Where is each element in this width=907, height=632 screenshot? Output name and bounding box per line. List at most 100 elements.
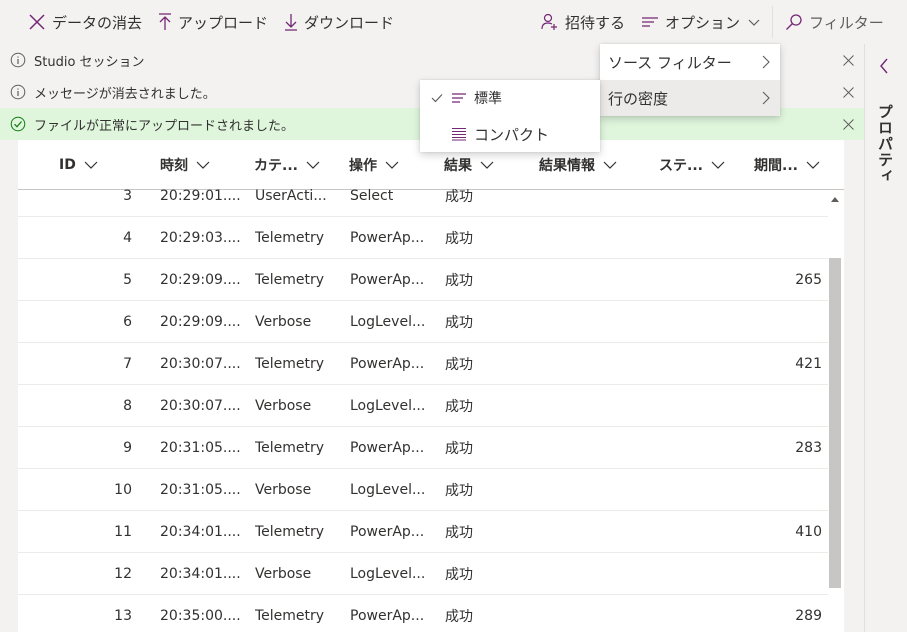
menu-item-standard[interactable]: 標準 (420, 80, 600, 116)
table-row[interactable]: 4 20:29:03.... Telemetry PowerAp... 成功 (18, 217, 828, 259)
cell-id: 9 (123, 440, 132, 456)
table-row[interactable]: 5 20:29:09.... Telemetry PowerAp... 成功 265 (18, 259, 828, 301)
cell-id: 13 (114, 608, 132, 624)
info-icon (10, 52, 26, 68)
row-density-submenu: 標準 コンパクト (420, 80, 600, 152)
cell-duration: 289 (795, 608, 822, 624)
add-person-icon (541, 13, 557, 30)
table-row[interactable]: 7 20:30:07.... Telemetry PowerAp... 成功 421 (18, 343, 828, 385)
clear-data-button[interactable]: データの消去 (20, 0, 150, 44)
cell-time: 20:35:00.... (160, 608, 241, 624)
cell-operation: LogLevel... (350, 398, 426, 414)
cell-id: 8 (123, 398, 132, 414)
filter-search-box[interactable]: フィルター (777, 0, 907, 44)
cell-id: 10 (114, 482, 132, 498)
chevron-down-icon (603, 161, 617, 169)
cell-category: Telemetry (255, 272, 325, 288)
cell-time: 20:29:09.... (160, 314, 241, 330)
table-row[interactable]: 3 20:29:01.... UserActi... Select 成功 (18, 175, 828, 217)
cell-operation: PowerAp... (350, 524, 425, 540)
chevron-down-icon (480, 161, 494, 169)
table-row[interactable]: 13 20:35:00.... Telemetry PowerAp... 成功 289 (18, 595, 828, 632)
invite-label: 招待する (564, 13, 625, 32)
standard-density-icon (448, 92, 470, 104)
menu-item-compact[interactable]: コンパクト (420, 116, 600, 152)
cell-operation: PowerAp... (350, 356, 425, 372)
scroll-up-arrow-icon[interactable] (828, 192, 842, 206)
table-row[interactable]: 12 20:34:01.... Verbose LogLevel... 成功 (18, 553, 828, 595)
close-icon (29, 14, 45, 30)
menu-item-source-filter[interactable]: ソース フィルター (600, 44, 780, 80)
cell-time: 20:29:03.... (160, 230, 241, 246)
menu-item-label: コンパクト (474, 125, 550, 144)
cell-time: 20:29:09.... (160, 272, 241, 288)
cell-category: Telemetry (255, 440, 325, 456)
menu-item-row-density[interactable]: 行の密度 (600, 80, 780, 116)
cell-result: 成功 (445, 567, 473, 583)
cell-category: Telemetry (255, 356, 325, 372)
cell-id: 5 (123, 272, 132, 288)
cell-category: Verbose (255, 314, 312, 330)
cell-result: 成功 (445, 483, 473, 499)
cell-result: 成功 (445, 609, 473, 625)
cell-operation: PowerAp... (350, 608, 425, 624)
table-row[interactable]: 9 20:31:05.... Telemetry PowerAp... 成功 283 (18, 427, 828, 469)
cell-operation: PowerAp... (350, 440, 425, 456)
cell-result: 成功 (445, 357, 473, 373)
close-icon (842, 54, 854, 66)
cell-operation: LogLevel... (350, 566, 426, 582)
chevron-down-icon (711, 161, 725, 169)
cell-duration (738, 217, 822, 259)
table-row[interactable]: 11 20:34:01.... Telemetry PowerAp... 成功 410 (18, 511, 828, 553)
menu-item-label: 標準 (474, 91, 502, 107)
cell-time: 20:29:01.... (160, 188, 241, 204)
dismiss-message-button[interactable] (832, 108, 864, 140)
column-header-label: カテ... (254, 158, 298, 174)
options-button[interactable]: オプション (633, 0, 768, 44)
menu-item-label: 行の密度 (608, 89, 669, 108)
chevron-down-icon (748, 19, 760, 26)
invite-button[interactable]: 招待する (533, 0, 633, 44)
table-scrollbar[interactable] (828, 190, 842, 632)
table-row[interactable]: 10 20:31:05.... Verbose LogLevel... 成功 (18, 469, 828, 511)
cell-result: 成功 (445, 315, 473, 331)
cell-result: 成功 (445, 273, 473, 289)
chevron-down-icon (196, 161, 210, 169)
options-menu: ソース フィルター 行の密度 (600, 44, 780, 116)
dismiss-message-button[interactable] (832, 76, 864, 108)
cell-duration (738, 301, 822, 343)
column-header-label: 時刻 (160, 158, 188, 174)
filter-placeholder: フィルター (809, 13, 884, 32)
toolbar-divider (772, 6, 773, 38)
clear-data-label: データの消去 (52, 13, 143, 32)
cell-id: 4 (123, 230, 132, 246)
search-icon (786, 14, 802, 30)
scrollbar-thumb[interactable] (829, 258, 841, 588)
cell-result: 成功 (445, 441, 473, 457)
cell-id: 3 (123, 188, 132, 204)
cell-duration: 410 (795, 524, 822, 540)
table-row[interactable]: 6 20:29:09.... Verbose LogLevel... 成功 (18, 301, 828, 343)
download-button[interactable]: ダウンロード (276, 0, 402, 44)
dismiss-message-button[interactable] (832, 44, 864, 76)
checkmark-icon (426, 93, 448, 103)
options-label: オプション (664, 13, 740, 32)
chevron-right-icon (762, 91, 770, 105)
column-header-label: 期間... (754, 158, 798, 174)
chevron-left-icon (880, 58, 888, 74)
close-icon (842, 86, 854, 98)
cell-duration (738, 385, 822, 427)
cell-result: 成功 (445, 399, 473, 415)
column-header-label: 結果 (444, 158, 472, 174)
compact-density-icon (448, 127, 470, 141)
cell-time: 20:34:01.... (160, 566, 241, 582)
cell-duration (738, 469, 822, 511)
cell-time: 20:34:01.... (160, 524, 241, 540)
chevron-down-icon (385, 161, 399, 169)
expand-pane-button[interactable] (879, 58, 889, 78)
table-row[interactable]: 8 20:30:07.... Verbose LogLevel... 成功 (18, 385, 828, 427)
upload-icon (159, 13, 172, 30)
cell-result: 成功 (445, 189, 473, 205)
upload-button[interactable]: アップロード (150, 0, 276, 44)
cell-operation: PowerAp... (350, 272, 425, 288)
